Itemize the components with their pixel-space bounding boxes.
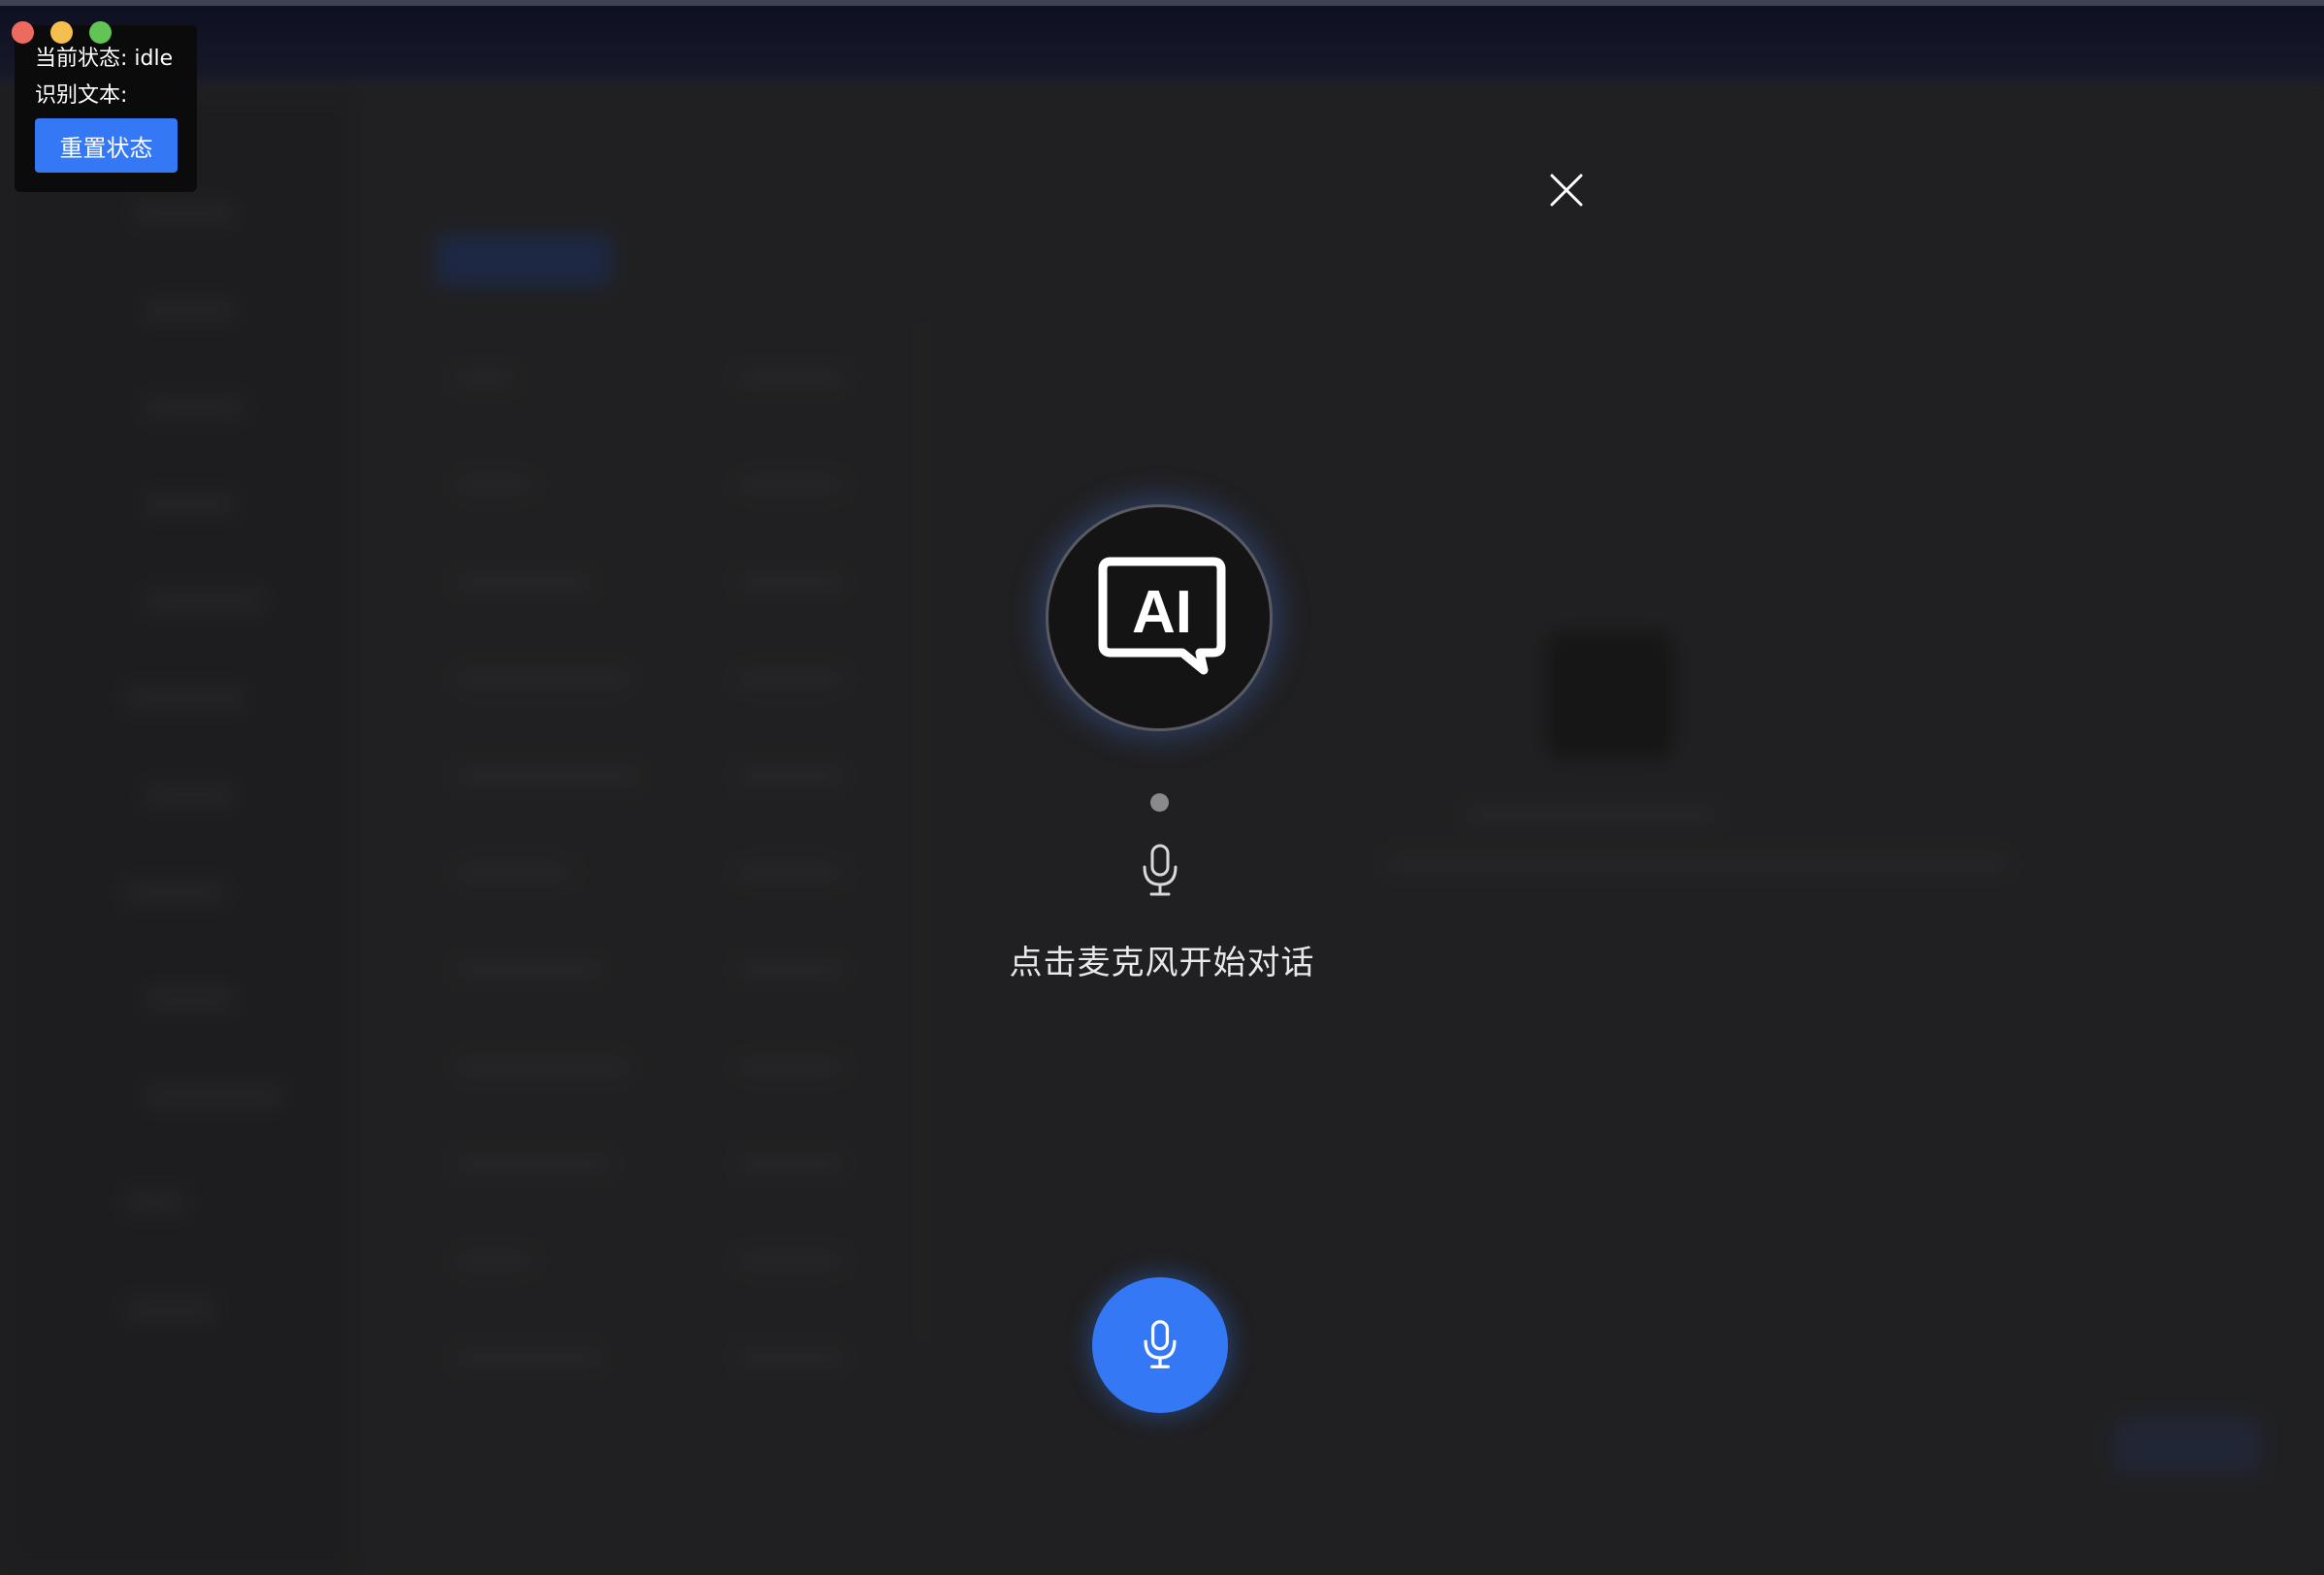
ai-chat-bubble-icon: AI: [1098, 557, 1226, 675]
window-top-edge: [0, 0, 2324, 6]
microphone-icon: [1144, 1320, 1177, 1368]
window-minimize-dot[interactable]: [50, 21, 73, 44]
title-bar: [0, 0, 2324, 89]
app-window: 当前状态: idle 识别文本: 重置状态 AI 点击麦克风开始对话: [0, 0, 2324, 1575]
ai-avatar: AI: [1046, 504, 1273, 731]
ai-avatar-text: AI: [1132, 579, 1192, 646]
microphone-button[interactable]: [1092, 1277, 1228, 1413]
recognized-text-label: 识别文本:: [35, 83, 128, 108]
microphone-icon: [1141, 844, 1179, 898]
window-close-dot[interactable]: [12, 21, 34, 44]
debug-panel: 当前状态: idle 识别文本: 重置状态: [15, 25, 197, 192]
voice-hint-text: 点击麦克风开始对话: [1009, 944, 1315, 982]
window-zoom-dot[interactable]: [89, 21, 112, 44]
close-icon[interactable]: [1547, 171, 1586, 209]
status-dot: [1150, 793, 1169, 812]
current-state-label: 当前状态: idle: [35, 47, 174, 71]
reset-state-button[interactable]: 重置状态: [35, 118, 178, 173]
